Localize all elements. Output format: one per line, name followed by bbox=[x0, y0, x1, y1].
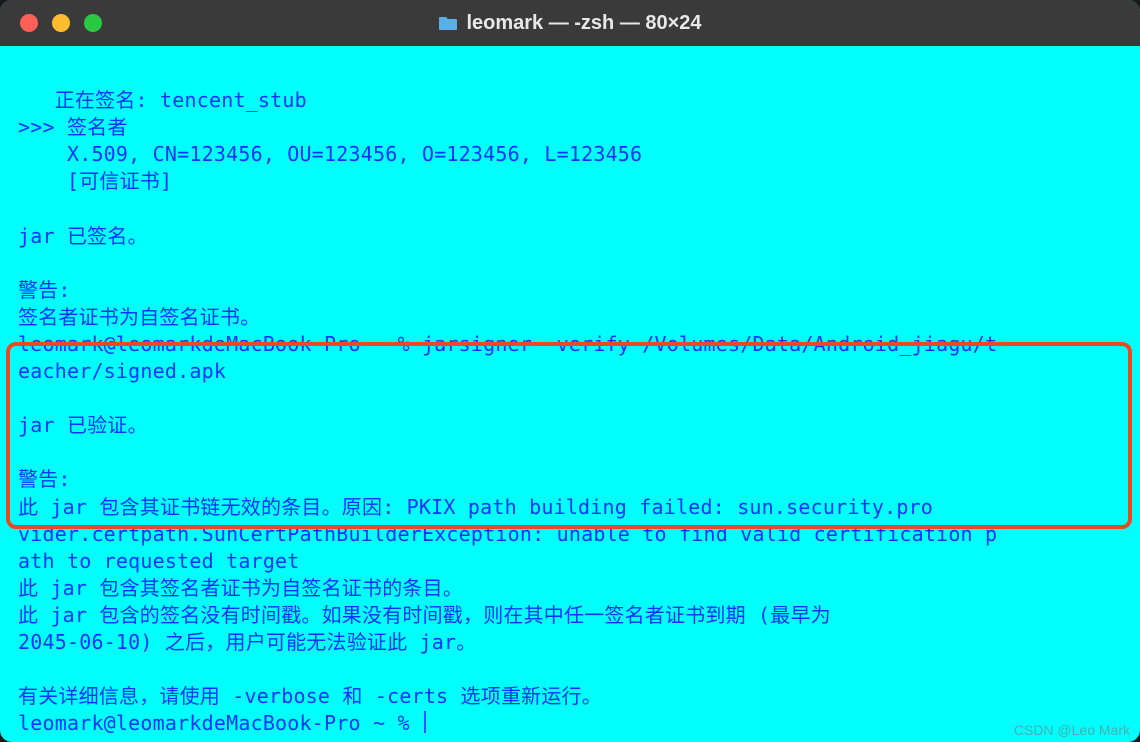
terminal-line: >>> 签名者 bbox=[18, 115, 128, 139]
folder-icon bbox=[438, 15, 458, 31]
window-title-text: leomark — -zsh — 80×24 bbox=[466, 12, 701, 35]
terminal-line: 此 jar 包含其证书链无效的条目。原因: PKIX path building… bbox=[18, 495, 933, 519]
terminal-line: [可信证书] bbox=[18, 169, 172, 193]
terminal-line: 警告: bbox=[18, 278, 83, 302]
terminal-line: 此 jar 包含其签名者证书为自签名证书的条目。 bbox=[18, 576, 463, 600]
minimize-icon[interactable] bbox=[52, 14, 70, 32]
terminal-prompt[interactable]: leomark@leomarkdeMacBook-Pro ~ % bbox=[18, 711, 422, 735]
terminal-line: leomark@leomarkdeMacBook-Pro ~ % jarsign… bbox=[18, 332, 997, 356]
terminal-line: 正在签名: tencent_stub bbox=[18, 88, 307, 112]
terminal-line: 警告: bbox=[18, 467, 83, 491]
traffic-lights bbox=[0, 14, 102, 32]
close-icon[interactable] bbox=[20, 14, 38, 32]
terminal-line: ath to requested target bbox=[18, 549, 300, 573]
terminal-line: 2045-06-10) 之后，用户可能无法验证此 jar。 bbox=[18, 630, 476, 654]
terminal-line: vider.certpath.SunCertPathBuilderExcepti… bbox=[18, 522, 997, 546]
terminal-body[interactable]: 正在签名: tencent_stub >>> 签名者 X.509, CN=123… bbox=[0, 46, 1140, 742]
terminal-line: jar 已验证。 bbox=[18, 413, 148, 437]
zoom-icon[interactable] bbox=[84, 14, 102, 32]
titlebar: leomark — -zsh — 80×24 bbox=[0, 0, 1140, 46]
terminal-line: eacher/signed.apk bbox=[18, 359, 226, 383]
terminal-line: 签名者证书为自签名证书。 bbox=[18, 305, 260, 329]
terminal-line: 有关详细信息，请使用 -verbose 和 -certs 选项重新运行。 bbox=[18, 684, 602, 708]
cursor-icon bbox=[424, 711, 426, 733]
watermark: CSDN @Leo Mark bbox=[1014, 722, 1130, 738]
terminal-line: X.509, CN=123456, OU=123456, O=123456, L… bbox=[18, 142, 642, 166]
window-title: leomark — -zsh — 80×24 bbox=[0, 12, 1140, 35]
terminal-window: leomark — -zsh — 80×24 正在签名: tencent_stu… bbox=[0, 0, 1140, 742]
terminal-line: 此 jar 包含的签名没有时间戳。如果没有时间戳，则在其中任一签名者证书到期 (… bbox=[18, 603, 831, 627]
terminal-line: jar 已签名。 bbox=[18, 224, 148, 248]
